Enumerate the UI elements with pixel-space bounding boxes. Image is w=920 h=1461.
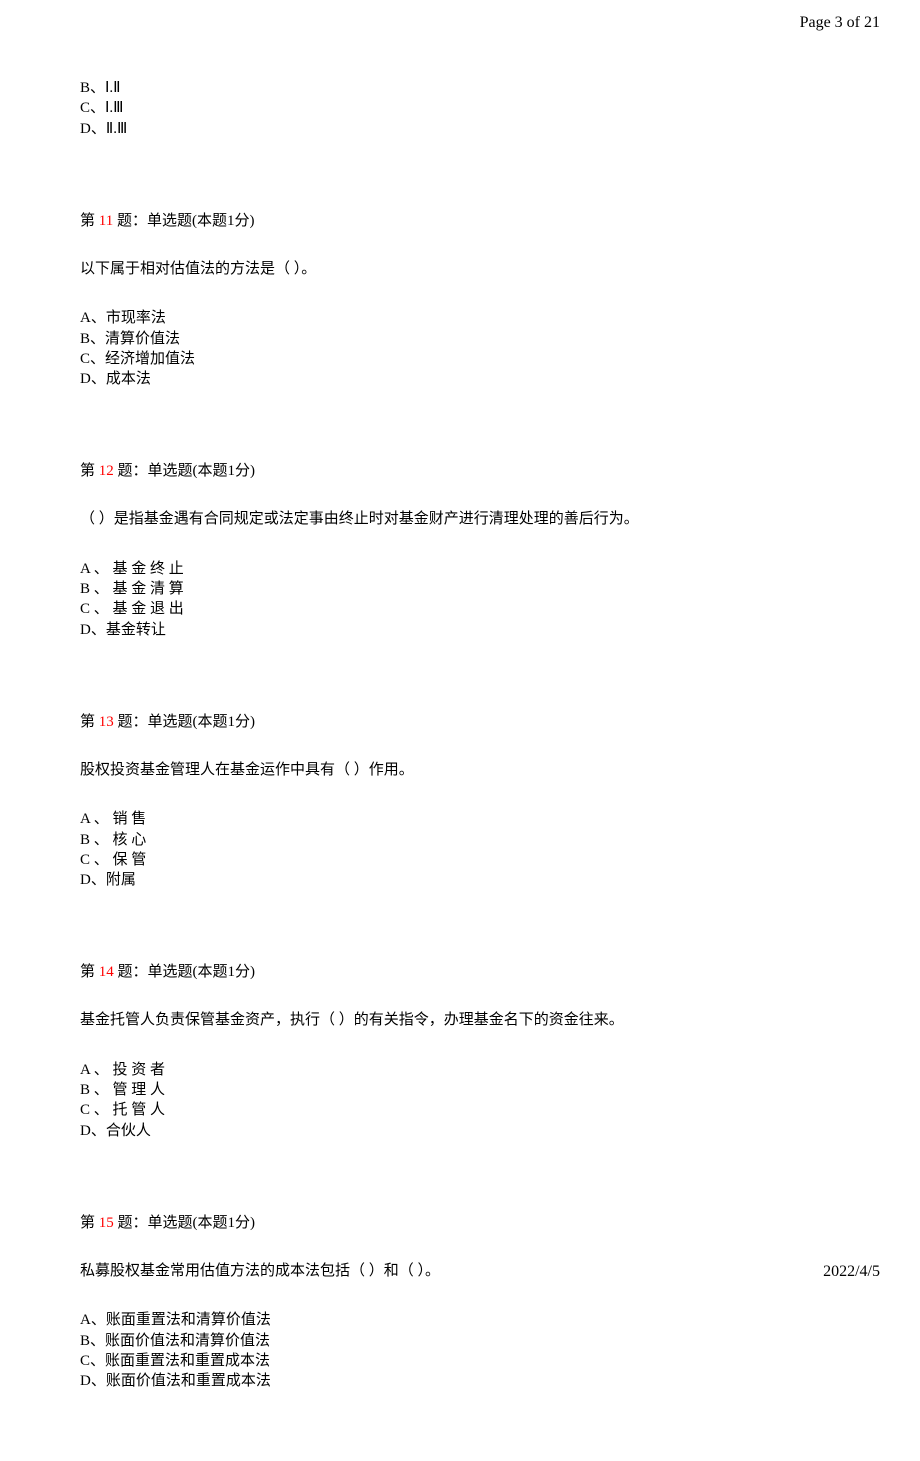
option-line: B、账面价值法和清算价值法	[80, 1331, 840, 1351]
question-header: 第 14 题：单选题(本题1分)	[80, 960, 840, 981]
option-line: C、经济增加值法	[80, 349, 840, 369]
question-prefix: 第	[80, 463, 99, 479]
question-prefix: 第	[80, 714, 99, 730]
question-14: 第 14 题：单选题(本题1分) 基金托管人负责保管基金资产，执行（ ）的有关指…	[80, 960, 840, 1141]
option-line: C 、 托 管 人	[80, 1100, 840, 1120]
question-header: 第 13 题：单选题(本题1分)	[80, 710, 840, 731]
footer-date: 2022/4/5	[823, 1263, 880, 1281]
question-12: 第 12 题：单选题(本题1分) （ ）是指基金遇有合同规定或法定事由终止时对基…	[80, 459, 840, 640]
question-header: 第 11 题：单选题(本题1分)	[80, 209, 840, 230]
question-suffix: 题：单选题(本题1分)	[114, 1215, 255, 1231]
question-stem: 股权投资基金管理人在基金运作中具有（ ）作用。	[80, 759, 840, 782]
question-options: A、账面重置法和清算价值法 B、账面价值法和清算价值法 C、账面重置法和重置成本…	[80, 1310, 840, 1391]
option-line: A、账面重置法和清算价值法	[80, 1310, 840, 1330]
page-content: B、Ⅰ.Ⅱ C、Ⅰ.Ⅲ D、Ⅱ.Ⅲ 第 11 题：单选题(本题1分) 以下属于相…	[80, 78, 840, 1461]
option-line: C、账面重置法和重置成本法	[80, 1351, 840, 1371]
question-number: 11	[99, 213, 113, 229]
question-prefix: 第	[80, 964, 99, 980]
option-line: D、附属	[80, 870, 840, 890]
question-15: 第 15 题：单选题(本题1分) 私募股权基金常用估值方法的成本法包括（ ）和（…	[80, 1211, 840, 1392]
question-options: A 、 投 资 者 B 、 管 理 人 C 、 托 管 人 D、合伙人	[80, 1060, 840, 1141]
question-options: A、市现率法 B、清算价值法 C、经济增加值法 D、成本法	[80, 308, 840, 389]
question-options: A 、 基 金 终 止 B 、 基 金 清 算 C 、 基 金 退 出 D、基金…	[80, 559, 840, 640]
option-line: D、账面价值法和重置成本法	[80, 1371, 840, 1391]
partial-question-options: B、Ⅰ.Ⅱ C、Ⅰ.Ⅲ D、Ⅱ.Ⅲ	[80, 78, 840, 139]
question-11: 第 11 题：单选题(本题1分) 以下属于相对估值法的方法是（ ）。 A、市现率…	[80, 209, 840, 390]
question-number: 12	[99, 463, 114, 479]
option-line: D、合伙人	[80, 1121, 840, 1141]
question-number: 14	[99, 964, 114, 980]
option-line: B、清算价值法	[80, 329, 840, 349]
question-options: A 、 销 售 B 、 核 心 C 、 保 管 D、附属	[80, 809, 840, 890]
option-line: B、Ⅰ.Ⅱ	[80, 78, 840, 98]
option-line: C 、 基 金 退 出	[80, 599, 840, 619]
question-stem: （ ）是指基金遇有合同规定或法定事由终止时对基金财产进行清理处理的善后行为。	[80, 508, 840, 531]
question-stem: 私募股权基金常用估值方法的成本法包括（ ）和（ ）。	[80, 1260, 840, 1283]
option-line: D、Ⅱ.Ⅲ	[80, 119, 840, 139]
question-suffix: 题：单选题(本题1分)	[114, 463, 255, 479]
option-line: B 、 核 心	[80, 830, 840, 850]
question-stem: 基金托管人负责保管基金资产，执行（ ）的有关指令，办理基金名下的资金往来。	[80, 1009, 840, 1032]
option-line: B 、 管 理 人	[80, 1080, 840, 1100]
question-prefix: 第	[80, 1215, 99, 1231]
option-line: C、Ⅰ.Ⅲ	[80, 98, 840, 118]
option-line: D、基金转让	[80, 620, 840, 640]
page-indicator: Page 3 of 21	[800, 14, 880, 32]
question-header: 第 15 题：单选题(本题1分)	[80, 1211, 840, 1232]
option-line: A 、 投 资 者	[80, 1060, 840, 1080]
option-line: A 、 基 金 终 止	[80, 559, 840, 579]
question-header: 第 12 题：单选题(本题1分)	[80, 459, 840, 480]
question-number: 15	[99, 1215, 114, 1231]
option-line: C 、 保 管	[80, 850, 840, 870]
question-13: 第 13 题：单选题(本题1分) 股权投资基金管理人在基金运作中具有（ ）作用。…	[80, 710, 840, 891]
question-prefix: 第	[80, 213, 99, 229]
question-suffix: 题：单选题(本题1分)	[114, 964, 255, 980]
option-line: D、成本法	[80, 369, 840, 389]
option-line: A、市现率法	[80, 308, 840, 328]
question-suffix: 题：单选题(本题1分)	[113, 213, 254, 229]
question-suffix: 题：单选题(本题1分)	[114, 714, 255, 730]
question-stem: 以下属于相对估值法的方法是（ ）。	[80, 258, 840, 281]
option-line: B 、 基 金 清 算	[80, 579, 840, 599]
option-line: A 、 销 售	[80, 809, 840, 829]
question-number: 13	[99, 714, 114, 730]
